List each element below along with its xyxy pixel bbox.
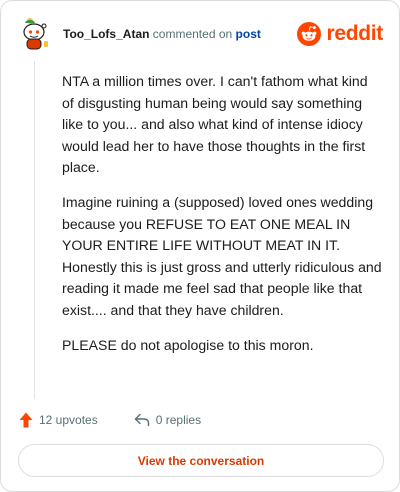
comment-paragraph-2: Imagine ruining a (supposed) loved ones …: [62, 194, 382, 318]
replies-count: 0 replies: [155, 413, 202, 427]
post-link[interactable]: post: [236, 27, 261, 41]
comment-body: NTA a million times over. I can't fathom…: [62, 71, 382, 370]
comment-paragraph-1: NTA a million times over. I can't fathom…: [62, 73, 368, 175]
comment-header: Too_Lofs_Atan commented on post reddit: [21, 17, 383, 53]
reddit-logo-icon: [297, 22, 322, 46]
reddit-wordmark: reddit: [326, 22, 383, 45]
comment-embed-card: Too_Lofs_Atan commented on post reddit N…: [0, 0, 400, 492]
replies-button[interactable]: 0 replies: [134, 413, 201, 427]
reddit-brand-link[interactable]: reddit: [297, 21, 383, 47]
comment-footer: 12 upvotes 0 replies: [19, 409, 201, 431]
comment-paragraph-3: PLEASE do not apologise to this moron.: [62, 336, 314, 353]
username-link[interactable]: Too_Lofs_Atan: [63, 27, 149, 41]
upvote-arrow-icon: [19, 412, 33, 428]
avatar[interactable]: [21, 17, 49, 51]
meta-action-text: commented on: [152, 27, 233, 41]
comment-meta: Too_Lofs_Atan commented on post: [63, 26, 261, 42]
snoo-avatar-icon: [23, 18, 48, 50]
upvote-count: 12 upvotes: [39, 413, 98, 427]
upvote-button[interactable]: 12 upvotes: [19, 412, 98, 428]
view-conversation-button[interactable]: View the conversation: [18, 444, 384, 477]
reply-arrow-icon: [134, 413, 149, 427]
thread-line: [34, 61, 35, 399]
